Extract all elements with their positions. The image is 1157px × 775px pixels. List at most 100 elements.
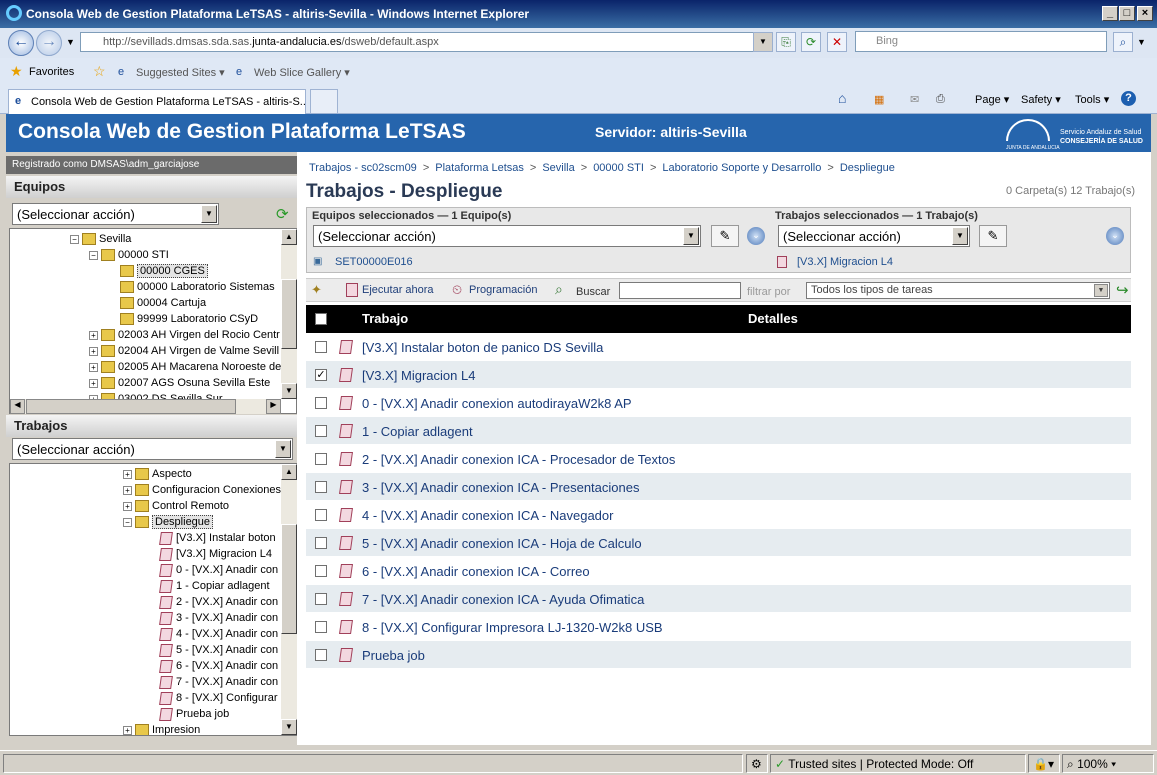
tree-folder[interactable]: + Impresion — [123, 722, 200, 735]
row-checkbox[interactable] — [315, 565, 327, 577]
expand-toggle-icon[interactable]: − — [89, 250, 98, 260]
trabajos-action-select[interactable]: (Seleccionar acción) ▼ — [12, 438, 293, 460]
print-icon[interactable]: ⎙ — [936, 93, 945, 106]
tree-node[interactable]: +02005 AH Macarena Noroeste de — [89, 359, 281, 375]
tree-node[interactable]: − Sevilla — [70, 231, 131, 247]
tree-node[interactable]: 00000 Laboratorio Sistemas — [120, 279, 275, 295]
table-row[interactable]: 4 - [VX.X] Anadir conexion ICA - Navegad… — [306, 501, 1131, 529]
expand-icon[interactable]: ⌄ — [747, 227, 765, 245]
breadcrumb-item[interactable]: Sevilla — [542, 162, 574, 174]
equipos-tree-scrollbar[interactable]: ▲ ▼ — [281, 229, 297, 399]
programacion-button[interactable]: Programación — [469, 284, 537, 296]
expand-toggle-icon[interactable]: + — [89, 378, 98, 388]
tree-node[interactable]: −00000 STI — [89, 247, 169, 263]
page-menu[interactable]: Page ▾ — [975, 93, 1009, 106]
close-window-button[interactable]: × — [1137, 6, 1153, 21]
job-name-link[interactable]: [V3.X] Instalar boton de panico DS Sevil… — [362, 340, 603, 355]
scroll-up-icon[interactable]: ▲ — [281, 229, 297, 245]
tree-job[interactable]: [V3.X] Instalar boton — [159, 530, 276, 546]
row-checkbox[interactable] — [315, 341, 327, 353]
expand-toggle-icon[interactable]: + — [89, 330, 98, 340]
select-all-checkbox[interactable] — [315, 313, 327, 325]
row-checkbox[interactable] — [315, 397, 327, 409]
tree-job[interactable]: 1 - Copiar adlagent — [159, 578, 270, 594]
tree-node[interactable]: +02004 AH Virgen de Valme Sevill — [89, 343, 279, 359]
tree-job[interactable]: 8 - [VX.X] Configurar I — [159, 690, 284, 706]
job-name-link[interactable]: [V3.X] Migracion L4 — [362, 368, 475, 383]
row-checkbox[interactable] — [315, 537, 327, 549]
tree-job[interactable]: 3 - [VX.X] Anadir con — [159, 610, 278, 626]
breadcrumb-item[interactable]: Plataforma Letsas — [435, 162, 524, 174]
refresh-icon[interactable]: ⟳ — [801, 32, 821, 52]
breadcrumb-item[interactable]: Trabajos - sc02scm09 — [309, 162, 417, 174]
equipos-selected-action-select[interactable]: (Seleccionar acción) ▼ — [313, 225, 701, 247]
table-row[interactable]: 3 - [VX.X] Anadir conexion ICA - Present… — [306, 473, 1131, 501]
tree-node[interactable]: +02007 AGS Osuna Sevilla Este — [89, 375, 270, 391]
address-dropdown-icon[interactable]: ▼ — [753, 32, 773, 52]
row-checkbox[interactable] — [315, 453, 327, 465]
tree-job[interactable]: 7 - [VX.X] Anadir con — [159, 674, 278, 690]
forward-button[interactable]: → — [36, 30, 62, 56]
row-checkbox[interactable] — [315, 509, 327, 521]
scroll-right-icon[interactable]: ▶ — [266, 399, 281, 414]
tree-job[interactable]: 2 - [VX.X] Anadir con — [159, 594, 278, 610]
favorites-button[interactable]: Favorites — [29, 66, 74, 78]
tree-node[interactable]: 00004 Cartuja — [120, 295, 206, 311]
job-name-link[interactable]: 0 - [VX.X] Anadir conexion autodirayaW2k… — [362, 396, 632, 411]
suggested-sites-link[interactable]: Suggested Sites ▾ — [136, 66, 225, 79]
new-tab-button[interactable] — [310, 89, 338, 113]
tree-job[interactable]: [V3.X] Migracion L4 — [159, 546, 272, 562]
breadcrumb-item[interactable]: 00000 STI — [593, 162, 644, 174]
job-name-link[interactable]: 1 - Copiar adlagent — [362, 424, 473, 439]
minimize-button[interactable]: _ — [1102, 6, 1118, 21]
apply-action-icon[interactable]: ✎ — [711, 225, 739, 247]
table-row[interactable]: 6 - [VX.X] Anadir conexion ICA - Correo — [306, 557, 1131, 585]
scroll-down-icon[interactable]: ▼ — [281, 719, 297, 735]
job-name-link[interactable]: Prueba job — [362, 648, 425, 663]
job-name-link[interactable]: 6 - [VX.X] Anadir conexion ICA - Correo — [362, 564, 590, 579]
table-row[interactable]: ✓ [V3.X] Migracion L4 — [306, 361, 1131, 389]
ejecutar-ahora-button[interactable]: Ejecutar ahora — [362, 284, 434, 296]
zoom-control[interactable]: ⌕ 100% ▾ — [1062, 754, 1154, 773]
tree-node[interactable]: +02003 AH Virgen del Rocio Centr — [89, 327, 280, 343]
search-options-icon[interactable]: ▼ — [1137, 37, 1146, 47]
breadcrumb-item[interactable]: Laboratorio Soporte y Desarrollo — [662, 162, 821, 174]
web-slice-gallery-link[interactable]: Web Slice Gallery ▾ — [254, 66, 350, 79]
tools-menu[interactable]: Tools ▾ — [1075, 93, 1109, 106]
scroll-thumb[interactable] — [281, 524, 297, 634]
row-checkbox[interactable]: ✓ — [315, 369, 327, 381]
scroll-up-icon[interactable]: ▲ — [281, 464, 297, 480]
expand-toggle-icon[interactable]: − — [70, 234, 79, 244]
tree-node[interactable]: 00000 CGES — [120, 263, 208, 279]
back-button[interactable]: ← — [8, 30, 34, 56]
maximize-button[interactable]: □ — [1119, 6, 1135, 21]
job-name-link[interactable]: 8 - [VX.X] Configurar Impresora LJ-1320-… — [362, 620, 663, 635]
home-icon[interactable]: ⌂ — [838, 90, 846, 106]
breadcrumb-item[interactable]: Despliegue — [840, 162, 895, 174]
protected-mode-icon[interactable]: 🔒▾ — [1028, 754, 1060, 773]
table-row[interactable]: 8 - [VX.X] Configurar Impresora LJ-1320-… — [306, 613, 1131, 641]
job-name-link[interactable]: 7 - [VX.X] Anadir conexion ICA - Ayuda O… — [362, 592, 644, 607]
expand-toggle-icon[interactable]: + — [89, 346, 98, 356]
apply-action-icon[interactable]: ✎ — [979, 225, 1007, 247]
expand-icon[interactable]: ⌄ — [1106, 227, 1124, 245]
new-job-icon[interactable]: ✦ — [311, 282, 322, 298]
row-checkbox[interactable] — [315, 593, 327, 605]
scroll-left-icon[interactable]: ◀ — [10, 399, 25, 414]
selected-trabajo-link[interactable]: [V3.X] Migracion L4 — [797, 256, 893, 268]
equipos-hscrollbar[interactable]: ◀ ▶ — [10, 399, 281, 414]
table-row[interactable]: Prueba job — [306, 641, 1131, 669]
tree-job[interactable]: 0 - [VX.X] Anadir con — [159, 562, 278, 578]
history-dropdown-icon[interactable]: ▼ — [66, 37, 75, 47]
tree-folder[interactable]: − Despliegue — [123, 514, 214, 530]
expand-toggle-icon[interactable]: + — [123, 485, 132, 495]
tree-job[interactable]: 4 - [VX.X] Anadir con — [159, 626, 278, 642]
tree-job[interactable]: Prueba job — [159, 706, 229, 722]
tree-folder[interactable]: + Configuracion Conexiones — [123, 482, 281, 498]
tree-job[interactable]: 5 - [VX.X] Anadir con — [159, 642, 278, 658]
go-arrow-icon[interactable]: ↪ — [1116, 281, 1129, 299]
table-row[interactable]: 5 - [VX.X] Anadir conexion ICA - Hoja de… — [306, 529, 1131, 557]
mail-icon[interactable]: ✉ — [910, 93, 919, 106]
trabajos-selected-action-select[interactable]: (Seleccionar acción) ▼ — [778, 225, 970, 247]
expand-toggle-icon[interactable]: − — [123, 517, 132, 527]
